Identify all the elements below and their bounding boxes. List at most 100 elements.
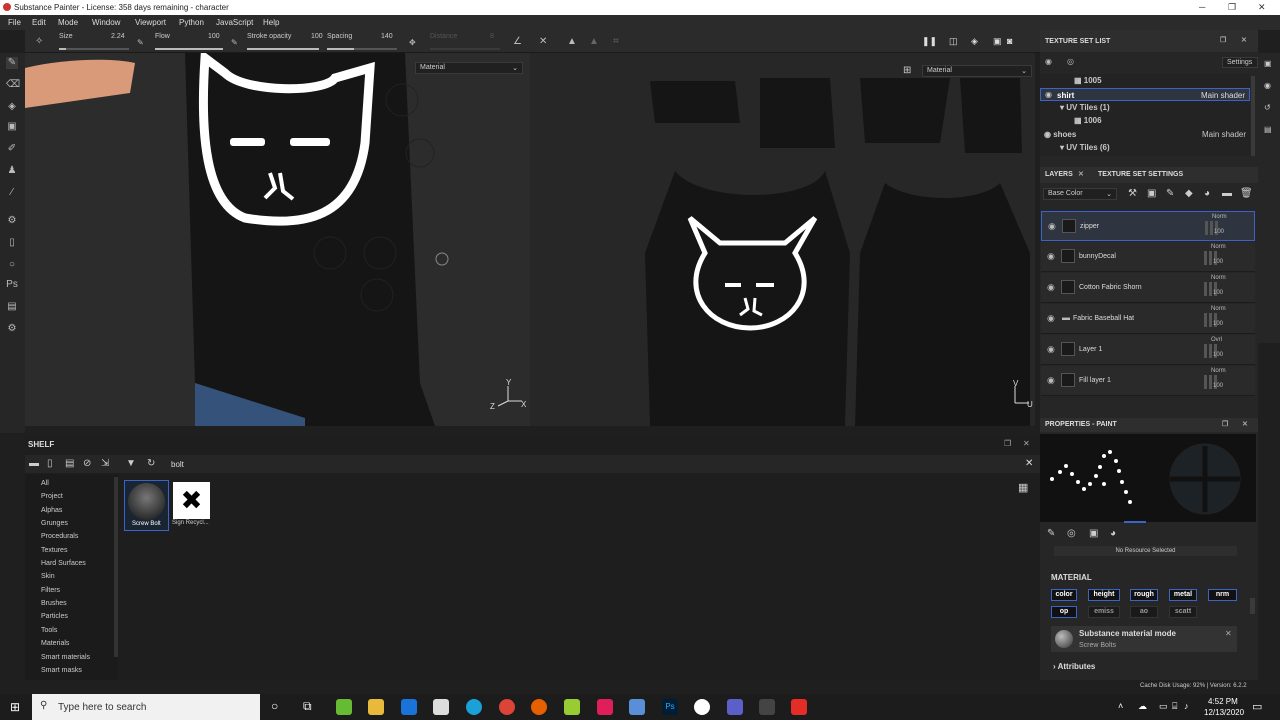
channel-nrm-button[interactable]: nrm [1208, 589, 1237, 601]
layer-opacity[interactable]: 100 [1213, 321, 1223, 327]
eraser-icon[interactable]: ⌫ [6, 79, 20, 91]
layer-opacity[interactable]: 100 [1213, 259, 1223, 265]
tile-1005[interactable]: ▦ 1005 [1074, 76, 1102, 85]
app-icon[interactable] [694, 699, 710, 715]
add-smart-material-icon[interactable]: ◕ [1204, 188, 1210, 199]
layer-row[interactable]: ◉ zipper Norm 100 [1041, 211, 1255, 241]
app-icon[interactable] [629, 699, 645, 715]
menu-help[interactable]: Help [263, 18, 279, 27]
delete-layer-icon[interactable]: 🗑 [1240, 188, 1253, 199]
teams-icon[interactable] [727, 699, 743, 715]
photoshop-icon[interactable]: Ps [662, 699, 678, 715]
eye-icon[interactable]: ◉ [1045, 90, 1052, 99]
flow-slider[interactable] [155, 48, 223, 50]
blend-mode[interactable]: Ovrl [1211, 337, 1222, 343]
channel-metal-button[interactable]: metal [1169, 589, 1197, 601]
display-settings-icon[interactable]: ⊞ [903, 65, 911, 76]
uv-tiles-shirt[interactable]: ▾ UV Tiles (1) [1060, 103, 1110, 112]
category-skin[interactable]: Skin [41, 573, 55, 580]
stroke-opacity-slider[interactable] [247, 48, 319, 50]
paint-brush-icon[interactable]: ✎ [6, 57, 18, 69]
menu-python[interactable]: Python [179, 18, 204, 27]
edge-icon[interactable] [466, 699, 482, 715]
settings-gear-icon[interactable]: ⚙ [6, 323, 18, 335]
menu-javascript[interactable]: JavaScript [216, 18, 253, 27]
category-textures[interactable]: Textures [41, 547, 67, 554]
chevron-up-icon[interactable]: ˄ [1118, 701, 1123, 711]
layer-opacity[interactable]: 100 [1214, 229, 1224, 235]
size-slider[interactable] [59, 48, 129, 50]
channel-rough-button[interactable]: rough [1130, 589, 1158, 601]
firefox-icon[interactable] [531, 699, 547, 715]
chrome-icon[interactable] [499, 699, 515, 715]
eye-icon[interactable]: ◉ [1047, 345, 1057, 354]
stencil-tab-icon[interactable]: ▣ [1089, 528, 1098, 539]
network-icon[interactable]: ⌸ [1172, 701, 1177, 712]
cortana-icon[interactable]: ○ [271, 699, 278, 713]
ruler-icon[interactable]: ▯ [6, 237, 18, 249]
color-picker-icon[interactable]: ⁄ [6, 187, 18, 199]
viewport-3d[interactable]: Y X Z Material ⌄ [25, 53, 530, 426]
eye-icon[interactable]: ◉ [1047, 283, 1057, 292]
display-icon[interactable]: ▭ [1159, 701, 1168, 712]
restore-icon[interactable]: ❐ [1228, 2, 1236, 13]
layer-row[interactable]: ◉ ▬ Fabric Baseball Hat Norm 100 [1041, 304, 1255, 334]
layer-opacity[interactable]: 100 [1213, 290, 1223, 296]
category-smart-materials[interactable]: Smart materials [41, 654, 90, 661]
material-select-2d[interactable]: Material ⌄ [922, 65, 1032, 77]
scrollbar[interactable] [114, 477, 118, 657]
minimize-icon[interactable]: ─ [1199, 2, 1205, 12]
display-mode-icon[interactable]: ◫ [949, 36, 958, 47]
task-view-icon[interactable]: ⧉ [303, 699, 312, 714]
eye-icon[interactable]: ◉ [1047, 252, 1057, 261]
close-panel-icon[interactable]: ✕ [1023, 439, 1030, 448]
mask-icon[interactable]: ▲ [567, 36, 577, 47]
close-tab-icon[interactable]: ✕ [1078, 170, 1084, 178]
mask-alt-icon[interactable]: ▲ [589, 36, 599, 47]
eye-icon[interactable]: ◉ [1045, 57, 1052, 66]
bake-icon[interactable]: ⚙ [6, 215, 18, 227]
close-icon[interactable]: ✕ [1258, 2, 1266, 13]
category-alphas[interactable]: Alphas [41, 507, 62, 514]
category-tools[interactable]: Tools [41, 627, 57, 634]
hide-icon[interactable]: ⊘ [83, 458, 91, 469]
app-icon[interactable] [564, 699, 580, 715]
pause-icon[interactable]: ❚❚ [922, 36, 937, 47]
shader-settings-icon[interactable]: ◉ [1264, 81, 1271, 90]
clock-time[interactable]: 4:52 PM [1208, 697, 1238, 706]
flow-value[interactable]: 100 [208, 33, 220, 40]
texture-set-shoes[interactable]: ◉ shoes Main shader [1044, 130, 1250, 139]
layer-row[interactable]: ◉ Cotton Fabric Shorn Norm 100 [1041, 273, 1255, 303]
alpha-tab-icon[interactable]: ◎ [1067, 528, 1076, 539]
category-all[interactable]: All [41, 480, 49, 487]
add-effect-icon[interactable]: ⚒ [1128, 188, 1137, 199]
layer-row[interactable]: ◉ bunnyDecal Norm 100 [1041, 242, 1255, 272]
spacing-slider[interactable] [327, 48, 397, 50]
filter-icon[interactable]: ▼ [126, 458, 136, 469]
lazy-mouse-icon[interactable]: ✥ [409, 38, 416, 47]
channel-height-button[interactable]: height [1088, 589, 1120, 601]
material-select-3d[interactable]: Material ⌄ [415, 62, 523, 74]
shelf-item-sign-recycle[interactable]: ✖ Sign Recycl... [171, 480, 214, 531]
cloud-icon[interactable]: ☁ [1138, 701, 1147, 712]
store-icon[interactable] [433, 699, 449, 715]
app-icon[interactable] [759, 699, 775, 715]
flow-pressure-icon[interactable]: ✎ [231, 38, 238, 47]
add-folder-icon[interactable]: ▬ [1222, 188, 1232, 199]
smudge-icon[interactable]: ✐ [6, 143, 18, 155]
category-project[interactable]: Project [41, 493, 63, 500]
viewport-2d[interactable]: V U ⊞ Material ⌄ [530, 53, 1035, 426]
category-hard-surfaces[interactable]: Hard Surfaces [41, 560, 86, 567]
blend-mode[interactable]: Norm [1211, 368, 1226, 374]
tab-layers[interactable]: LAYERS [1045, 171, 1073, 178]
eye-icon[interactable]: ◉ [1048, 222, 1058, 231]
category-filters[interactable]: Filters [41, 587, 60, 594]
history-icon[interactable]: ↺ [1264, 103, 1271, 112]
notification-icon[interactable]: ▭ [1252, 700, 1262, 713]
category-particles[interactable]: Particles [41, 613, 68, 620]
tab-texture-set-settings[interactable]: TEXTURE SET SETTINGS [1098, 171, 1183, 178]
polygon-fill-icon[interactable]: ▣ [6, 121, 18, 133]
channel-op-button[interactable]: op [1051, 606, 1077, 618]
import-icon[interactable]: ⇲ [101, 458, 109, 469]
shelf-search-input[interactable]: bolt [171, 460, 184, 469]
